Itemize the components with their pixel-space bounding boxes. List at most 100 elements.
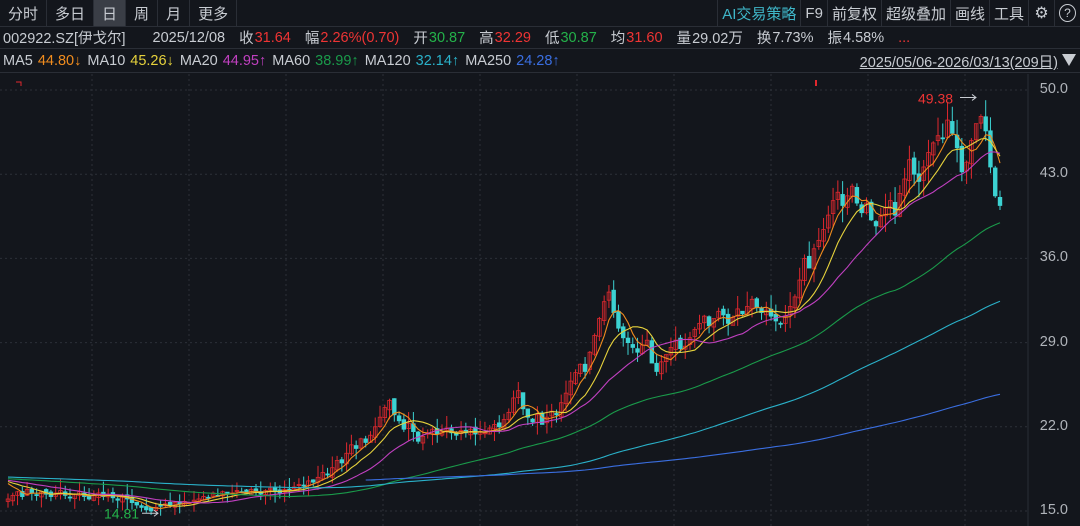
candle-body xyxy=(616,310,621,329)
candle-body xyxy=(396,415,402,422)
ma-line-20 xyxy=(7,151,1001,504)
candle-body xyxy=(148,507,154,512)
candle-body xyxy=(983,116,988,132)
volume-value: 29.02万 xyxy=(692,31,743,47)
open-label: 开 xyxy=(413,31,428,47)
low-value: 30.87 xyxy=(560,29,597,46)
tab-0[interactable]: 分时 xyxy=(0,0,48,26)
ma-line-5 xyxy=(7,133,1001,509)
arrow-right-icon xyxy=(960,94,977,101)
tab-4[interactable]: 月 xyxy=(158,0,191,26)
candle-body xyxy=(873,221,879,227)
candle-body xyxy=(940,137,945,140)
volume-label: 量 xyxy=(676,31,692,47)
candle-body xyxy=(950,121,955,134)
turnover-value: 7.73% xyxy=(772,29,814,46)
high-value: 32.29 xyxy=(494,29,531,46)
avg-value: 31.60 xyxy=(626,29,663,46)
y-tick-label: 22.0 xyxy=(1039,417,1068,434)
candle-body xyxy=(778,322,783,325)
marker-icon xyxy=(16,81,22,86)
close-label: 收 xyxy=(239,31,254,47)
ai-strategy-button[interactable]: AI交易策略 xyxy=(717,0,800,26)
amplitude-value: 4.58% xyxy=(842,29,885,46)
help-icon[interactable]: ? xyxy=(1054,0,1080,26)
more-button[interactable]: ... xyxy=(898,30,910,46)
ma-line-10 xyxy=(7,137,1001,507)
y-tick-label: 29.0 xyxy=(1039,333,1068,350)
candle-body xyxy=(611,289,616,313)
candle-body xyxy=(401,419,407,430)
tab-2[interactable]: 日 xyxy=(94,0,127,26)
tab-1[interactable]: 多日 xyxy=(47,0,95,26)
ma-name: MA120 xyxy=(364,52,411,69)
candle-body xyxy=(67,496,73,499)
turnover-label: 换 xyxy=(756,31,772,47)
forward-adjust-button[interactable]: 前复权 xyxy=(826,0,881,26)
candle-body xyxy=(311,479,316,483)
candle-body xyxy=(840,194,845,206)
candle-body xyxy=(911,157,917,175)
date-range-selector[interactable]: 2025/05/06-2026/03/13(209日) xyxy=(860,51,1058,72)
candle-body xyxy=(807,255,812,269)
high-label: 高 xyxy=(479,31,494,47)
candle-body xyxy=(158,504,163,507)
ma-name: MA5 xyxy=(3,52,33,69)
candle-body xyxy=(582,363,588,372)
candle-body xyxy=(854,187,860,204)
ma-name: MA60 xyxy=(272,52,311,69)
candle-body xyxy=(144,506,149,511)
candle-body xyxy=(625,337,631,344)
candle-body xyxy=(363,438,368,443)
y-tick-label: 43.0 xyxy=(1039,165,1068,182)
quote-date: 2025/12/08 xyxy=(152,29,226,46)
candle-body xyxy=(325,473,330,476)
y-tick-label: 36.0 xyxy=(1039,249,1068,266)
toolbar-right: AI交易策略 F9 前复权 超级叠加 画线 工具 ⚙ ? xyxy=(717,0,1080,26)
tab-5[interactable]: 更多 xyxy=(190,0,238,26)
ma-value: 38.99↑ xyxy=(315,52,359,69)
ma-line-60 xyxy=(7,222,1001,498)
ma-name: MA20 xyxy=(179,52,218,69)
candle-body xyxy=(959,145,965,173)
gear-icon[interactable]: ⚙ xyxy=(1028,0,1054,26)
y-tick-label: 50.0 xyxy=(1039,81,1068,97)
candlestick-chart[interactable]: 49.38 14.81 xyxy=(0,74,1080,526)
candle-body xyxy=(167,501,173,506)
avg-label: 均 xyxy=(610,31,626,47)
open-value: 30.87 xyxy=(428,29,466,46)
candle-body xyxy=(392,398,397,416)
max-price-label: 49.38 xyxy=(918,90,953,106)
ma-name: MA250 xyxy=(465,52,512,69)
candle-body xyxy=(530,418,535,423)
ma-value: 44.95↑ xyxy=(222,52,267,69)
candle-body xyxy=(554,413,559,416)
ma-value: 24.28↑ xyxy=(516,52,560,69)
draw-line-button[interactable]: 画线 xyxy=(949,0,989,26)
change-label: 幅 xyxy=(304,31,320,47)
super-overlay-button[interactable]: 超级叠加 xyxy=(880,0,950,26)
ma-name: MA10 xyxy=(87,52,126,69)
candle-body xyxy=(301,484,306,487)
min-price-label: 14.81 xyxy=(104,505,139,521)
candle-body xyxy=(997,196,1003,206)
dropdown-triangle-icon[interactable] xyxy=(1062,54,1076,66)
candle-body xyxy=(754,298,759,309)
ma-value: 45.26↓ xyxy=(130,52,174,69)
f9-button[interactable]: F9 xyxy=(800,0,827,26)
tools-button[interactable]: 工具 xyxy=(988,0,1028,26)
candle-body xyxy=(721,308,726,316)
candle-body xyxy=(630,344,635,348)
y-tick-label: 15.0 xyxy=(1039,502,1068,518)
change-value: 2.26%(0.70) xyxy=(320,29,400,46)
ma-line-120 xyxy=(7,300,1001,489)
close-value: 31.64 xyxy=(254,29,291,46)
candle-body xyxy=(654,362,659,372)
tab-3[interactable]: 周 xyxy=(126,0,159,26)
candle-body xyxy=(740,310,745,315)
candle-body xyxy=(353,445,359,449)
candle-body xyxy=(339,459,345,464)
candle-body xyxy=(29,488,35,494)
ma-value: 32.14↑ xyxy=(415,52,460,69)
candle-body xyxy=(706,316,712,327)
